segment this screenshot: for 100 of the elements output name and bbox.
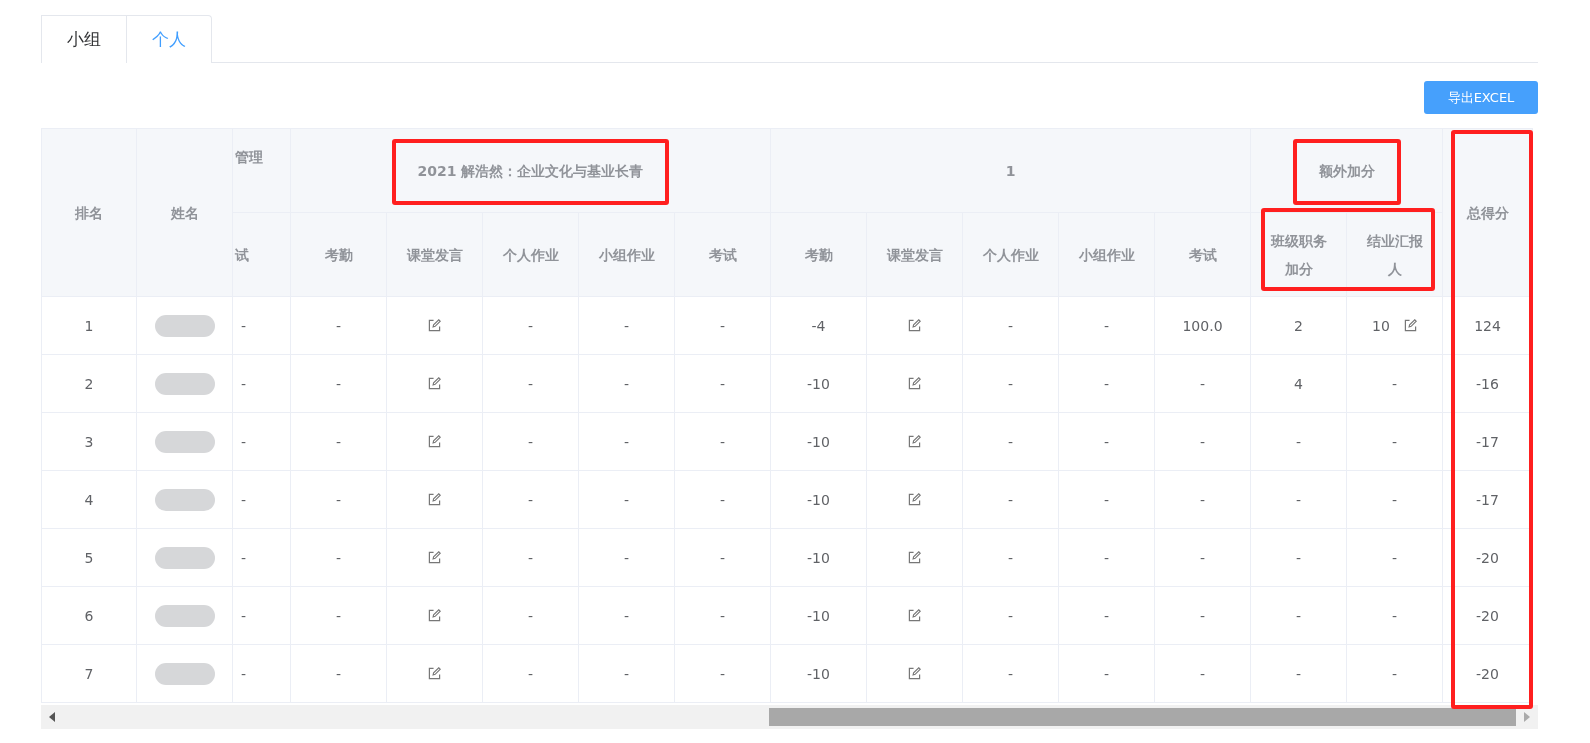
table-cell: - xyxy=(527,491,534,508)
scrollbar-track[interactable] xyxy=(41,705,1538,729)
table-cell: - xyxy=(623,375,630,392)
table-cell: - xyxy=(527,665,534,682)
table-cell: - xyxy=(335,665,342,682)
edit-icon[interactable] xyxy=(908,608,921,622)
table-cell: - xyxy=(241,665,247,682)
column-header: 小组作业 xyxy=(1078,245,1135,265)
table-cell: - xyxy=(527,433,534,450)
total-cell: -20 xyxy=(1476,607,1499,624)
table-cell: 100.0 xyxy=(1182,317,1223,334)
rank-cell: 6 xyxy=(84,607,94,624)
table-cell: - xyxy=(241,375,247,392)
table-cell: - xyxy=(1199,607,1206,624)
table-cell: - xyxy=(1295,549,1302,566)
edit-icon[interactable] xyxy=(908,434,921,448)
edit-icon[interactable] xyxy=(1403,318,1417,332)
table-cell: - xyxy=(1295,607,1302,624)
blurred-name xyxy=(154,430,215,453)
table-cell: - xyxy=(719,317,726,334)
table-cell: - xyxy=(1391,607,1398,624)
table-cell: -10 xyxy=(807,491,830,508)
table-cell: -10 xyxy=(807,433,830,450)
table-cell: - xyxy=(719,549,726,566)
total-cell: -20 xyxy=(1476,549,1499,566)
table-cell: - xyxy=(1391,665,1398,682)
column-header: 课堂发言 xyxy=(886,245,943,265)
column-header: 管理 xyxy=(235,148,263,167)
table-cell: - xyxy=(241,317,247,334)
rank-cell: 2 xyxy=(84,375,94,392)
table-cell: - xyxy=(1199,375,1206,392)
table-cell: - xyxy=(1103,665,1110,682)
table-cell: - xyxy=(241,607,247,624)
total-cell: -20 xyxy=(1476,665,1499,682)
table-cell: -4 xyxy=(811,317,826,334)
column-header: 个人作业 xyxy=(502,245,559,265)
scroll-left-icon[interactable] xyxy=(49,712,55,722)
total-cell: -17 xyxy=(1476,491,1499,508)
table-cell: - xyxy=(527,607,534,624)
total-cell: -16 xyxy=(1476,375,1499,392)
tab[interactable]: 个人 xyxy=(127,15,212,63)
table-cell: - xyxy=(1295,491,1302,508)
column-header: 课堂发言 xyxy=(406,245,463,265)
edit-icon[interactable] xyxy=(908,666,921,680)
blurred-name xyxy=(154,488,215,511)
table-cell: -10 xyxy=(807,375,830,392)
table-cell: - xyxy=(623,317,630,334)
edit-icon[interactable] xyxy=(908,550,921,564)
table-cell: - xyxy=(1007,491,1014,508)
edit-icon[interactable] xyxy=(428,318,441,332)
table-cell: - xyxy=(1103,317,1110,334)
edit-icon[interactable] xyxy=(908,376,921,390)
table-cell: - xyxy=(623,491,630,508)
table-cell: 4 xyxy=(1294,375,1303,392)
table-cell: - xyxy=(1103,549,1110,566)
scrollbar-thumb[interactable] xyxy=(769,708,1516,726)
table-cell: - xyxy=(1391,549,1398,566)
edit-icon[interactable] xyxy=(908,318,921,332)
column-header: 考试 xyxy=(1188,245,1217,265)
edit-icon[interactable] xyxy=(908,492,921,506)
table-cell: - xyxy=(1199,549,1206,566)
table-cell: - xyxy=(527,317,534,334)
table-cell: - xyxy=(719,665,726,682)
edit-icon[interactable] xyxy=(428,608,441,622)
table-cell: - xyxy=(1391,433,1398,450)
table-cell: - xyxy=(1007,433,1014,450)
table-cell: - xyxy=(335,491,342,508)
column-header: 考勤 xyxy=(804,245,833,265)
table-cell: - xyxy=(1103,491,1110,508)
table-cell: -10 xyxy=(807,549,830,566)
table-cell: - xyxy=(1103,375,1110,392)
tab[interactable]: 小组 xyxy=(41,15,127,63)
table-cell: - xyxy=(719,433,726,450)
table-cell: - xyxy=(241,549,247,566)
edit-icon[interactable] xyxy=(428,550,441,564)
table-cell: - xyxy=(335,317,342,334)
table-cell: - xyxy=(1199,665,1206,682)
table-cell: - xyxy=(719,375,726,392)
table-cell: - xyxy=(241,491,247,508)
table-cell: - xyxy=(527,549,534,566)
table-cell: - xyxy=(1199,491,1206,508)
edit-icon[interactable] xyxy=(428,666,441,680)
export-button[interactable]: 导出EXCEL xyxy=(1424,81,1538,114)
column-header: 排名 xyxy=(75,203,103,223)
edit-icon[interactable] xyxy=(428,376,441,390)
column-header: 考试 xyxy=(708,245,737,265)
table-cell: - xyxy=(1391,491,1398,508)
table-cell: - xyxy=(527,375,534,392)
column-header: 2021 解浩然：企业文化与基业长青 xyxy=(417,161,644,181)
table-cell: - xyxy=(623,665,630,682)
table-cell: - xyxy=(335,433,342,450)
table-cell: - xyxy=(1295,665,1302,682)
column-header: 总得分 xyxy=(1466,203,1509,223)
edit-icon[interactable] xyxy=(428,434,441,448)
edit-icon[interactable] xyxy=(428,492,441,506)
table-cell: - xyxy=(335,607,342,624)
table-cell: - xyxy=(623,549,630,566)
column-header: 小组作业 xyxy=(598,245,655,265)
table-cell: - xyxy=(335,549,342,566)
rank-cell: 4 xyxy=(84,491,94,508)
